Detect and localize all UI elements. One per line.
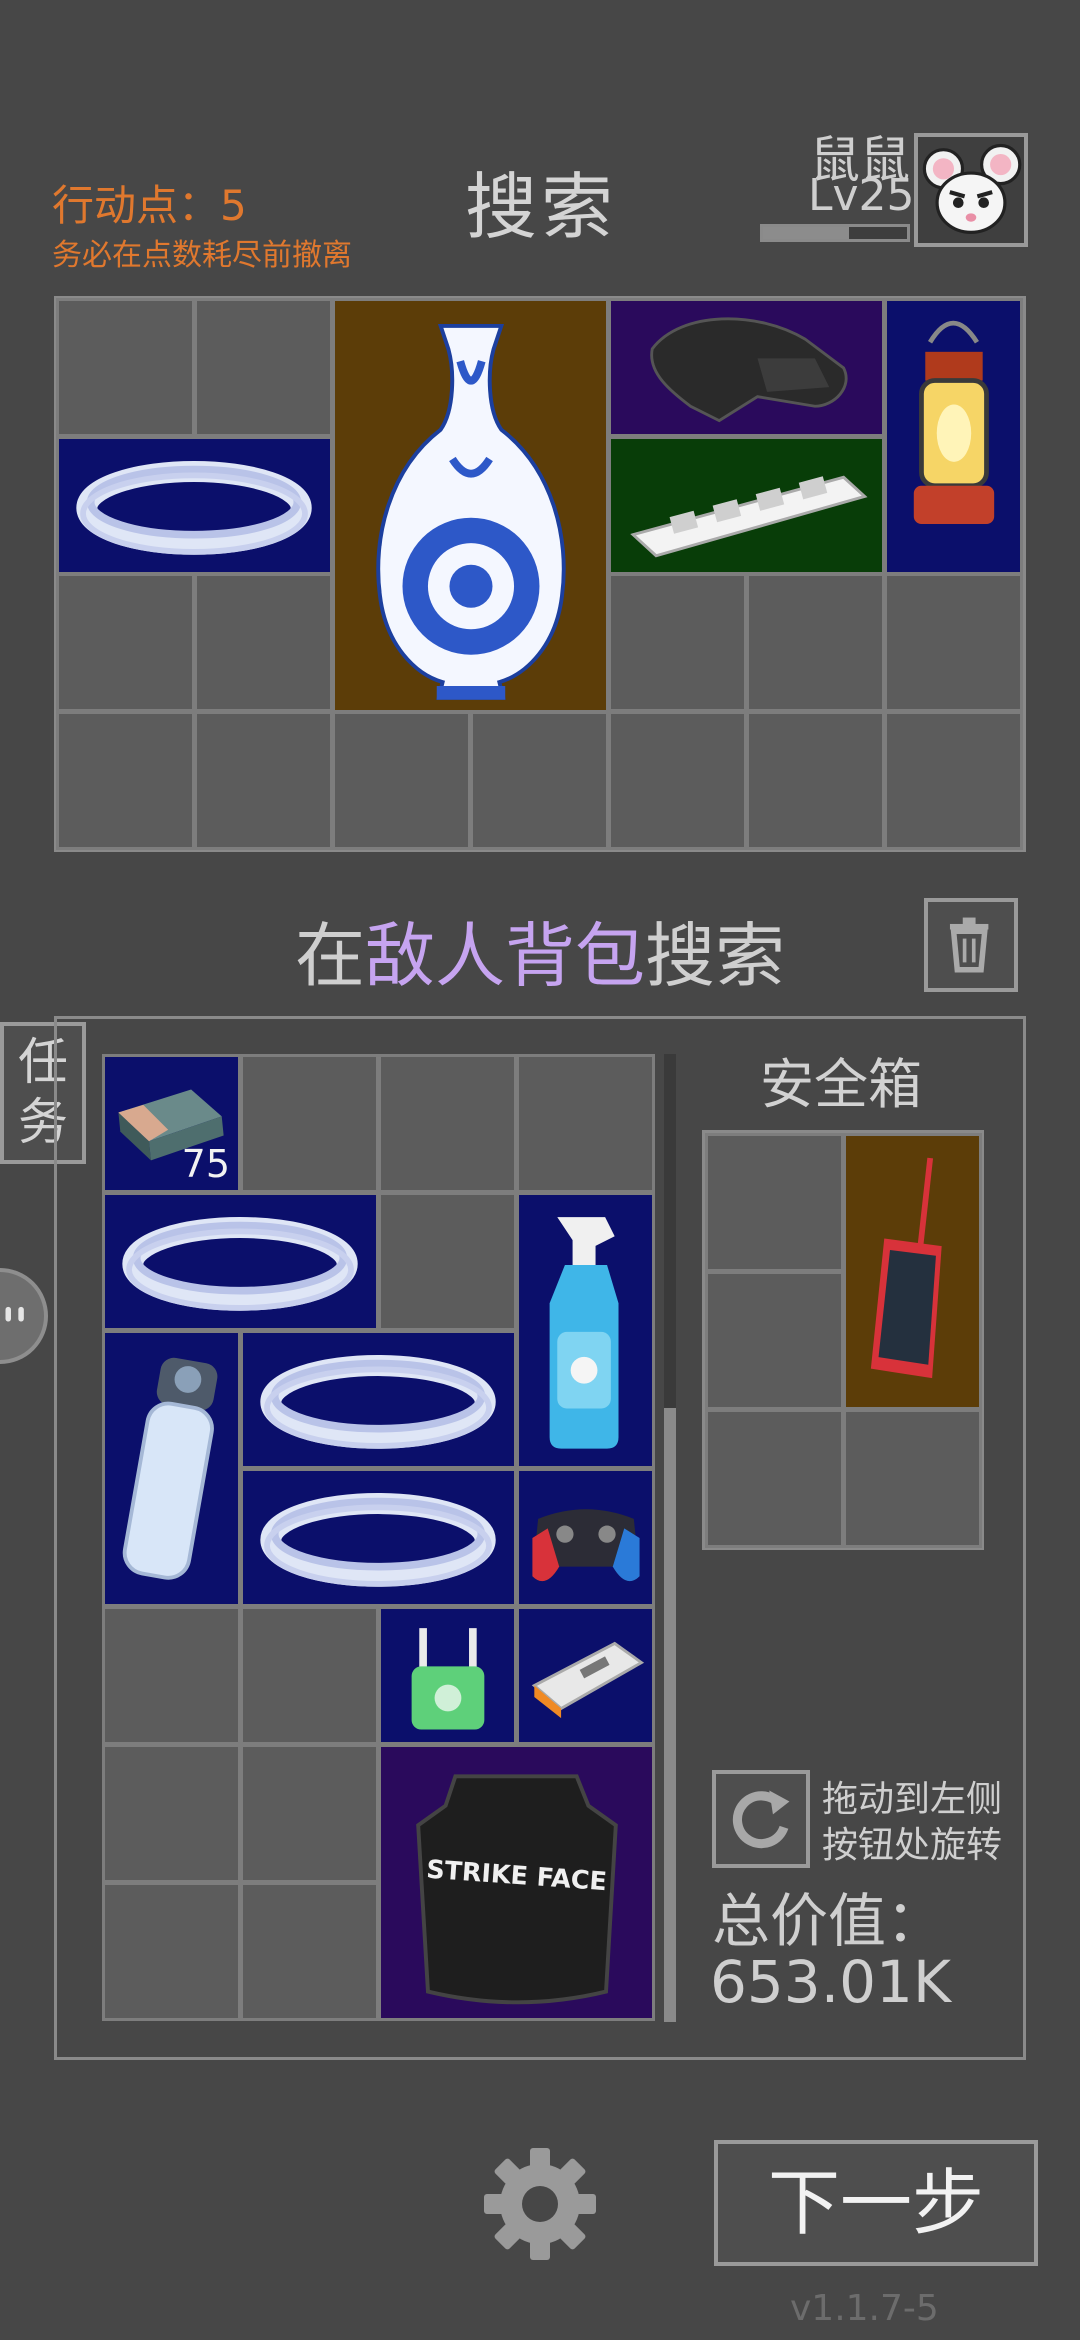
grid-cell[interactable] xyxy=(470,711,609,850)
safebox-cell[interactable] xyxy=(843,1409,982,1548)
search-title: 在敌人背包搜索 xyxy=(0,900,1080,1001)
rotate-hint-line1: 拖动到左侧 xyxy=(822,1779,1003,1820)
vase-icon xyxy=(376,324,566,700)
xp-bar xyxy=(760,224,910,242)
safebox-cell[interactable] xyxy=(705,1409,844,1548)
gamepad-icon xyxy=(532,1509,640,1582)
grid-cell[interactable] xyxy=(240,1744,379,1883)
total-value-amount: 653.01K xyxy=(710,1948,951,2016)
router-icon xyxy=(411,1628,485,1730)
trash-icon xyxy=(949,917,989,973)
loot-item-power-strip[interactable] xyxy=(608,436,885,575)
next-step-button[interactable]: 下一步 xyxy=(714,2140,1038,2266)
rotate-icon xyxy=(732,1790,790,1849)
loot-item-vase[interactable] xyxy=(332,298,609,713)
grid-cell[interactable] xyxy=(56,573,195,712)
version-label: v1.1.7-5 xyxy=(790,2288,939,2329)
evacuate-warning: 务必在点数耗尽前撤离 xyxy=(52,238,352,273)
backpack-item-power-bank[interactable] xyxy=(516,1606,655,1745)
page-title: 搜索 xyxy=(465,165,618,249)
rope-coil-icon xyxy=(260,1355,496,1449)
search-title-prefix: 在 xyxy=(295,915,365,997)
safebox-cell[interactable] xyxy=(705,1271,844,1410)
action-points: 行动点：5 xyxy=(52,181,247,230)
backpack-item-gum[interactable]: 75 xyxy=(102,1054,241,1193)
grid-cell[interactable] xyxy=(194,298,333,437)
rotate-button[interactable] xyxy=(712,1770,810,1868)
grid-cell[interactable] xyxy=(884,573,1023,712)
backpack-item-armor-plate[interactable]: STRIKE FACE xyxy=(378,1744,655,2021)
grid-cell[interactable] xyxy=(102,1606,241,1745)
mouse-avatar-icon xyxy=(922,143,1022,234)
safebox-title: 安全箱 xyxy=(760,1053,922,1116)
backpack-scrollbar[interactable] xyxy=(664,1054,676,2022)
smartphone-icon xyxy=(870,1157,942,1379)
backpack-item-rope[interactable] xyxy=(102,1192,379,1331)
gear-icon xyxy=(484,2148,596,2260)
grid-cell[interactable] xyxy=(884,711,1023,850)
chat-bubble-icon xyxy=(5,1306,24,1322)
grid-cell[interactable] xyxy=(240,1054,379,1193)
grid-cell[interactable] xyxy=(194,711,333,850)
grid-cell[interactable] xyxy=(56,711,195,850)
search-title-suffix: 搜索 xyxy=(645,915,785,997)
grid-cell[interactable] xyxy=(102,1882,241,2021)
backpack-item-spray[interactable] xyxy=(516,1192,655,1469)
loot-item-lantern[interactable] xyxy=(884,298,1023,575)
avatar[interactable] xyxy=(914,133,1028,247)
power-bank-icon xyxy=(531,1641,645,1719)
grid-cell[interactable] xyxy=(516,1054,655,1193)
search-title-highlight: 敌人背包 xyxy=(365,915,645,997)
backpack-item-rope[interactable] xyxy=(240,1330,517,1469)
grid-cell[interactable] xyxy=(378,1192,517,1331)
loot-item-rope[interactable] xyxy=(56,436,333,575)
backpack-item-rope[interactable] xyxy=(240,1468,517,1607)
grid-cell[interactable] xyxy=(608,711,747,850)
backpack-scrollbar-thumb[interactable] xyxy=(664,1408,676,2022)
backpack-item-water-bottle[interactable] xyxy=(102,1330,241,1607)
grid-cell[interactable] xyxy=(746,711,885,850)
stack-count: 75 xyxy=(181,1142,230,1186)
grid-cell[interactable] xyxy=(194,573,333,712)
spray-bottle-icon xyxy=(549,1217,619,1449)
safebox-cell[interactable] xyxy=(705,1133,844,1272)
grid-cell[interactable] xyxy=(332,711,471,850)
xp-bar-fill xyxy=(763,227,850,239)
helmet-icon xyxy=(650,317,848,423)
backpack-item-gamepad[interactable] xyxy=(516,1468,655,1607)
rotate-hint-line2: 按钮处旋转 xyxy=(822,1825,1003,1866)
assistant-bubble[interactable] xyxy=(0,1268,48,1364)
power-strip-icon xyxy=(630,475,868,558)
grid-cell[interactable] xyxy=(378,1054,517,1193)
armor-plate-icon: STRIKE FACE xyxy=(416,1774,618,2005)
lantern-icon xyxy=(913,320,995,525)
settings-button[interactable] xyxy=(476,2140,604,2268)
grid-cell[interactable] xyxy=(746,573,885,712)
next-step-label: 下一步 xyxy=(767,2161,984,2245)
water-bottle-icon xyxy=(122,1357,218,1580)
loot-item-helmet[interactable] xyxy=(608,298,885,437)
grid-cell[interactable] xyxy=(102,1744,241,1883)
grid-cell[interactable] xyxy=(56,298,195,437)
grid-cell[interactable] xyxy=(608,573,747,712)
player-level: Lv25 xyxy=(808,170,915,221)
backpack-item-router[interactable] xyxy=(378,1606,517,1745)
safebox-item-phone[interactable] xyxy=(843,1133,982,1410)
trash-button[interactable] xyxy=(924,898,1018,992)
grid-cell[interactable] xyxy=(240,1606,379,1745)
total-value-label: 总价值： xyxy=(712,1887,945,1955)
rope-coil-icon xyxy=(260,1493,496,1587)
grid-cell[interactable] xyxy=(240,1882,379,2021)
rope-coil-icon xyxy=(122,1217,358,1311)
rope-coil-icon xyxy=(76,461,312,555)
